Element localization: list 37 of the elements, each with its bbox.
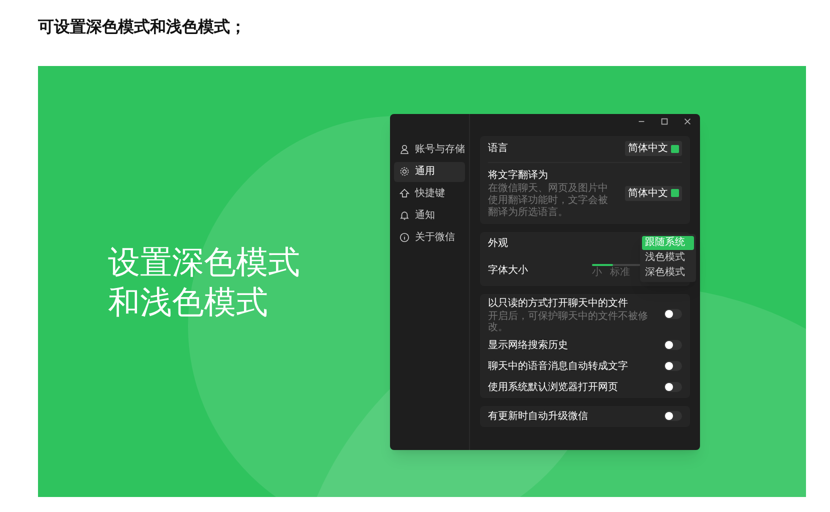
toggle-switch[interactable] <box>664 340 682 350</box>
slider-tick-label: 标准 <box>610 266 630 278</box>
toggle-switch[interactable] <box>664 411 682 421</box>
sidebar-item[interactable]: 账号与存储 <box>394 140 465 160</box>
setting-label: 显示网络搜索历史 <box>488 338 568 352</box>
sidebar-item[interactable]: 通知 <box>394 206 465 226</box>
setting-label: 以只读的方式打开聊天中的文件 <box>488 296 629 310</box>
sidebar-item[interactable]: 快捷键 <box>394 184 465 204</box>
dropdown-option[interactable]: 深色模式 <box>642 266 694 280</box>
page-heading: 可设置深色模式和浅色模式； <box>38 18 246 38</box>
toggle-switch[interactable] <box>664 361 682 371</box>
banner-title-line: 和浅色模式 <box>108 282 268 322</box>
toggle-switch[interactable] <box>664 309 682 319</box>
setting-label: 有更新时自动升级微信 <box>488 410 588 424</box>
sidebar-item[interactable]: 关于微信 <box>394 228 465 248</box>
close-icon[interactable] <box>683 117 692 126</box>
setting-label: 外观 <box>488 237 508 251</box>
dropdown-option[interactable]: 浅色模式 <box>642 250 694 264</box>
info-icon <box>399 232 410 243</box>
sidebar-item[interactable]: 通用 <box>394 162 465 182</box>
setting-label: 使用系统默认浏览器打开网页 <box>488 380 618 394</box>
setting-label: 语言 <box>488 142 508 156</box>
language-select[interactable]: 简体中文 <box>625 141 682 156</box>
arrow-icon <box>399 188 410 199</box>
setting-description: 开启后，可保护聊天中的文件不被修改。 <box>488 310 649 332</box>
setting-label: 聊天中的语音消息自动转成文字 <box>488 360 628 374</box>
gear-icon <box>399 166 410 177</box>
slider-tick-label: 小 <box>592 266 602 278</box>
setting-description: 在微信聊天、网页及图片中使用翻译功能时，文字会被翻译为所选语言。 <box>488 182 609 218</box>
person-icon <box>399 144 410 155</box>
language-select[interactable]: 简体中文 <box>625 186 682 200</box>
bell-icon <box>399 210 410 221</box>
maximize-icon[interactable] <box>660 117 669 126</box>
setting-label: 字体大小 <box>488 264 528 278</box>
setting-label: 将文字翻译为 <box>488 168 549 182</box>
banner-title-line: 设置深色模式 <box>108 242 300 282</box>
toggle-switch[interactable] <box>664 382 682 392</box>
